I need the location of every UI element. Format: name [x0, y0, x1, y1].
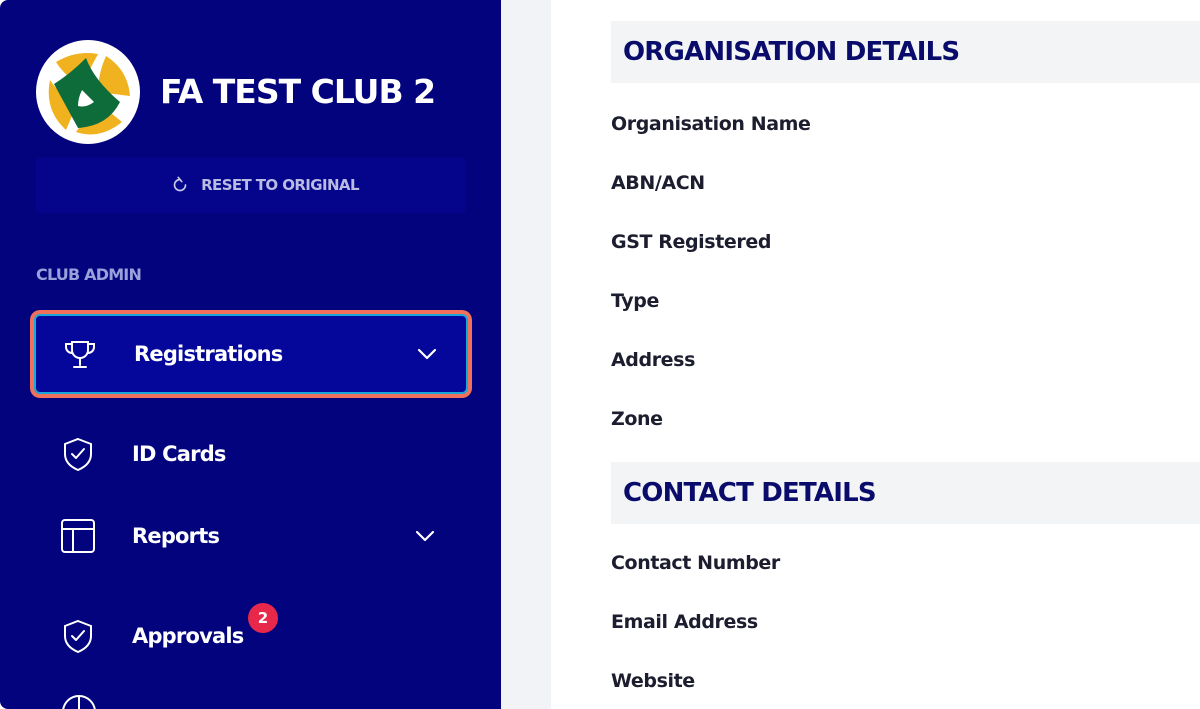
field-label-contact-number: Contact Number — [611, 552, 780, 574]
field-label-website: Website — [611, 670, 695, 692]
contact-details-header: CONTACT DETAILS — [611, 462, 1200, 524]
shield-check-icon — [64, 619, 92, 654]
field-label-gst-registered: GST Registered — [611, 231, 772, 253]
section-label-club-admin: CLUB ADMIN — [36, 265, 142, 284]
club-name: FA TEST CLUB 2 — [160, 72, 436, 111]
main-content: ORGANISATION DETAILS Organisation Name A… — [551, 0, 1200, 709]
reset-label: RESET TO ORIGINAL — [201, 176, 359, 194]
trophy-icon — [65, 341, 95, 368]
reset-to-original-button[interactable]: RESET TO ORIGINAL — [36, 157, 466, 213]
field-label-abn-acn: ABN/ACN — [611, 172, 705, 194]
field-label-organisation-name: Organisation Name — [611, 113, 811, 135]
sidebar-item-label: Approvals — [132, 624, 244, 648]
sidebar-item-reports[interactable]: Reports — [34, 496, 468, 576]
sidebar-item-id-cards[interactable]: ID Cards — [34, 414, 468, 494]
app-window: FA TEST CLUB 2 RESET TO ORIGINAL CLUB AD… — [0, 0, 1200, 709]
globe-icon[interactable] — [60, 693, 98, 709]
section-heading: CONTACT DETAILS — [623, 478, 877, 508]
approvals-count-badge: 2 — [248, 603, 278, 633]
sidebar-item-label: ID Cards — [132, 442, 226, 466]
field-label-address: Address — [611, 349, 695, 371]
section-heading: ORGANISATION DETAILS — [623, 37, 960, 67]
chevron-down-icon — [415, 530, 435, 542]
club-logo-icon — [36, 40, 140, 144]
field-label-zone: Zone — [611, 408, 663, 430]
field-label-email-address: Email Address — [611, 611, 758, 633]
shield-check-icon — [64, 437, 92, 472]
sidebar-item-label: Reports — [132, 524, 220, 548]
field-label-type: Type — [611, 290, 659, 312]
organisation-details-header: ORGANISATION DETAILS — [611, 21, 1200, 83]
refresh-icon — [173, 176, 187, 192]
table-layout-icon — [61, 519, 95, 553]
sidebar-item-registrations[interactable]: Registrations — [34, 314, 468, 394]
content-gutter — [501, 0, 551, 709]
club-logo — [36, 40, 140, 144]
sidebar: FA TEST CLUB 2 RESET TO ORIGINAL CLUB AD… — [0, 0, 501, 709]
sidebar-item-label: Registrations — [134, 342, 283, 366]
chevron-down-icon — [417, 348, 437, 360]
